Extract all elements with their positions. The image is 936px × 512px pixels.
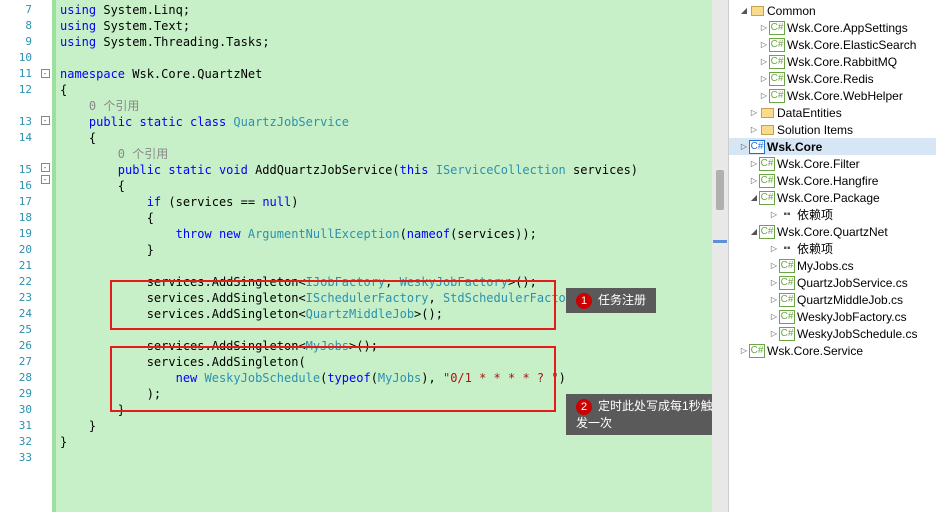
tree-file[interactable]: ▷C#QuartzMiddleJob.cs — [729, 291, 936, 308]
fold-gutter[interactable]: - - - - — [38, 0, 52, 512]
fold-toggle[interactable]: - — [41, 69, 50, 78]
tree-node[interactable]: ▷Solution Items — [729, 121, 936, 138]
tree-node[interactable]: ▷C#Wsk.Core.Filter — [729, 155, 936, 172]
tree-node[interactable]: ▷C#Wsk.Core.RabbitMQ — [729, 53, 936, 70]
scroll-thumb[interactable] — [716, 170, 724, 210]
scroll-mark — [713, 240, 727, 243]
code-area[interactable]: using System.Linq; using System.Text; us… — [56, 0, 728, 512]
tree-node[interactable]: ▷C#Wsk.Core.Redis — [729, 70, 936, 87]
tree-node[interactable]: ◢C#Wsk.Core.Package — [729, 189, 936, 206]
tree-file[interactable]: ▷C#MyJobs.cs — [729, 257, 936, 274]
tree-file[interactable]: ▷C#QuartzJobService.cs — [729, 274, 936, 291]
tree-node[interactable]: ▷C#Wsk.Core.Hangfire — [729, 172, 936, 189]
fold-toggle[interactable]: - — [41, 116, 50, 125]
code-editor[interactable]: 78910 111213 141516 17181920 21222324 25… — [0, 0, 728, 512]
editor-scrollbar[interactable] — [712, 0, 728, 512]
callout-2: 2定时此处写成每1秒触发一次 — [566, 394, 728, 435]
fold-toggle[interactable]: - — [41, 175, 50, 184]
tree-node-quartznet[interactable]: ◢C#Wsk.Core.QuartzNet — [729, 223, 936, 240]
tree-node-common[interactable]: ◢Common — [729, 2, 936, 19]
tree-node[interactable]: ▷DataEntities — [729, 104, 936, 121]
solution-explorer[interactable]: ◢Common ▷C#Wsk.Core.AppSettings ▷C#Wsk.C… — [728, 0, 936, 512]
tree-node-deps[interactable]: ▷▪▪依赖项 — [729, 240, 936, 257]
tree-file[interactable]: ▷C#WeskyJobSchedule.cs — [729, 325, 936, 342]
tree-node[interactable]: ▷C#Wsk.Core.AppSettings — [729, 19, 936, 36]
tree-node-wskcore[interactable]: ▷C#Wsk.Core — [729, 138, 936, 155]
tree-file[interactable]: ▷C#WeskyJobFactory.cs — [729, 308, 936, 325]
tree-node-deps[interactable]: ▷▪▪依赖项 — [729, 206, 936, 223]
tree-node[interactable]: ▷C#Wsk.Core.Service — [729, 342, 936, 359]
tree-node[interactable]: ▷C#Wsk.Core.ElasticSearch — [729, 36, 936, 53]
tree-node[interactable]: ▷C#Wsk.Core.WebHelper — [729, 87, 936, 104]
line-number-gutter: 78910 111213 141516 17181920 21222324 25… — [0, 0, 38, 512]
callout-1: 1任务注册 — [566, 288, 656, 313]
fold-toggle[interactable]: - — [41, 163, 50, 172]
